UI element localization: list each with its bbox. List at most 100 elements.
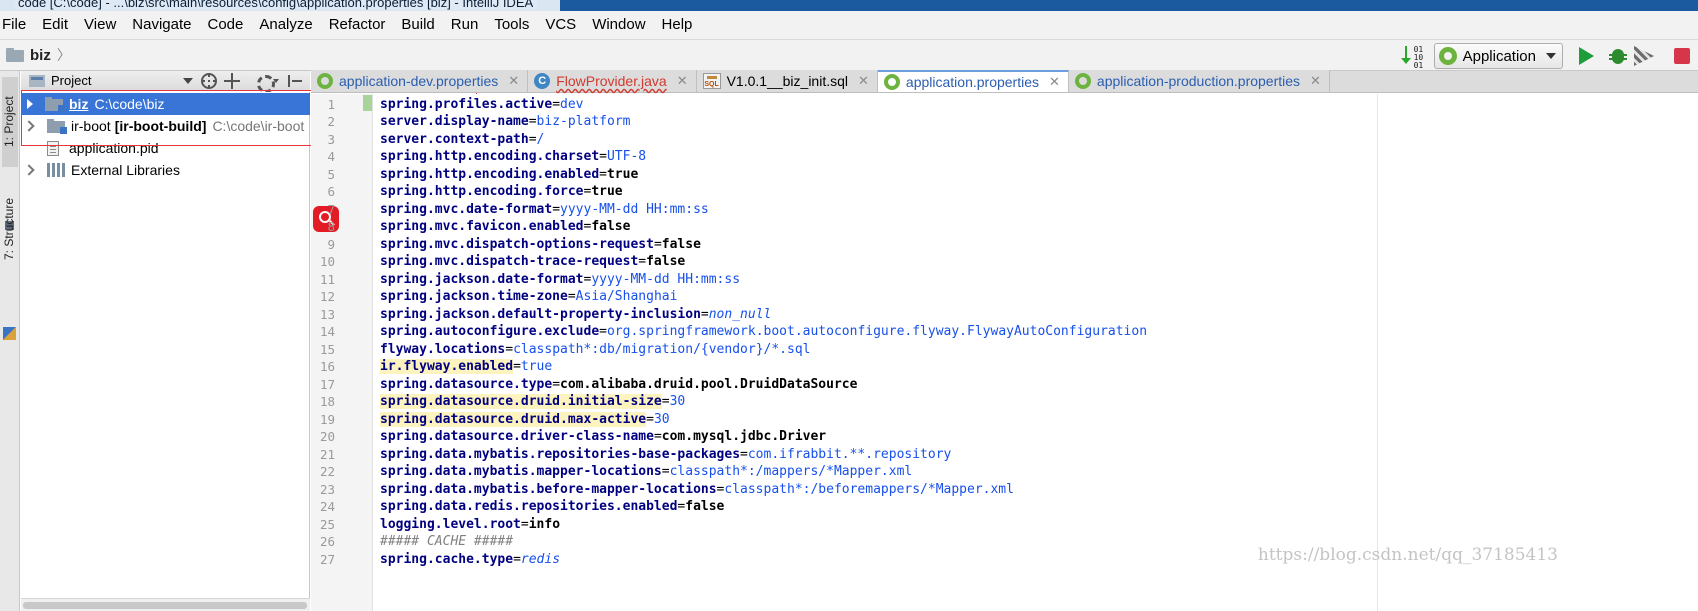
menu-bar: File Edit View Navigate Code Analyze Ref… bbox=[0, 11, 1698, 39]
title-bar: code [C:\code] - ...\biz\src\main\resour… bbox=[0, 0, 1698, 11]
navigation-bar: biz 〉 01 10 01 Application bbox=[0, 39, 1698, 71]
chevron-down-icon bbox=[1546, 53, 1556, 59]
collapse-all-icon[interactable] bbox=[224, 73, 240, 89]
menu-view[interactable]: View bbox=[76, 11, 124, 39]
structure-tool-icon bbox=[3, 327, 16, 340]
spring-properties-icon bbox=[883, 74, 900, 90]
code-line: 15 flyway.locations=classpath*:db/migrati… bbox=[319, 341, 811, 357]
code-line: 1 spring.profiles.active=dev bbox=[327, 96, 584, 112]
run-icon[interactable] bbox=[1579, 47, 1594, 65]
menu-window[interactable]: Window bbox=[584, 11, 653, 39]
run-with-coverage-icon[interactable] bbox=[1634, 46, 1654, 66]
tree-item-path: C:\code\biz bbox=[94, 96, 165, 112]
gear-dropdown-icon[interactable] bbox=[273, 79, 279, 83]
menu-refactor[interactable]: Refactor bbox=[321, 11, 394, 39]
code-line: 14 spring.autoconfigure.exclude=org.sprin… bbox=[319, 324, 1148, 339]
build-sort-icon[interactable]: 01 10 01 bbox=[1400, 44, 1428, 70]
menu-vcs[interactable]: VCS bbox=[537, 11, 584, 39]
project-view-selector[interactable]: Project bbox=[51, 73, 91, 88]
code-line: 23 spring.data.mybatis.before-mapper-loca… bbox=[319, 481, 1014, 497]
expand-arrow-icon[interactable] bbox=[27, 99, 33, 109]
window-title: code [C:\code] - ...\biz\src\main\resour… bbox=[14, 0, 538, 10]
left-tool-strip: 1: Project 7: Structure bbox=[0, 71, 20, 611]
module-folder-icon bbox=[6, 48, 24, 62]
tree-item-application-pid[interactable]: application.pid bbox=[21, 137, 310, 159]
code-line: 8 spring.mvc.favicon.enabled=false bbox=[327, 219, 631, 234]
code-line: 13 spring.jackson.default-property-inclus… bbox=[319, 306, 772, 322]
code-line: 12 spring.jackson.time-zone=Asia/Shanghai bbox=[319, 289, 678, 304]
text-file-icon bbox=[47, 140, 59, 156]
code-line: 7 spring.mvc.date-format=yyyy-MM-dd HH:mm… bbox=[327, 201, 709, 217]
gear-icon[interactable] bbox=[255, 73, 275, 93]
tree-item-path: C:\code\ir-boot bbox=[212, 118, 305, 134]
tree-item-biz[interactable]: biz C:\code\biz bbox=[21, 93, 310, 115]
code-line: 22 spring.data.mybatis.mapper-locations=c… bbox=[319, 464, 913, 479]
chevron-right-icon[interactable] bbox=[23, 120, 35, 132]
menu-code[interactable]: Code bbox=[199, 11, 251, 39]
close-icon[interactable]: ✕ bbox=[1310, 73, 1321, 89]
chevron-right-icon: 〉 bbox=[56, 47, 71, 63]
close-icon[interactable]: ✕ bbox=[677, 73, 688, 89]
tab-application-production-properties[interactable]: application-production.properties ✕ bbox=[1068, 70, 1330, 92]
debug-icon[interactable] bbox=[1608, 46, 1628, 66]
tree-item-label: application.pid bbox=[69, 140, 159, 156]
watermark: https://blog.csdn.net/qq_37185413 bbox=[1257, 545, 1558, 565]
run-configuration-select[interactable]: Application bbox=[1433, 43, 1563, 69]
code-line: 24 spring.data.redis.repositories.enabled… bbox=[319, 499, 725, 514]
menu-navigate[interactable]: Navigate bbox=[124, 11, 199, 39]
tab-application-properties[interactable]: application.properties ✕ bbox=[877, 70, 1069, 92]
code-line: 2 server.display-name=biz-platform bbox=[327, 114, 631, 129]
menu-tools[interactable]: Tools bbox=[486, 11, 537, 39]
tree-item-ir-boot[interactable]: ir-boot [ir-boot-build] C:\code\ir-boot bbox=[21, 115, 310, 137]
tab-flowprovider-java[interactable]: C FlowProvider.java ✕ bbox=[528, 70, 697, 92]
menu-edit[interactable]: Edit bbox=[34, 11, 76, 39]
module-folder-icon bbox=[45, 97, 65, 112]
tool-tab-structure[interactable]: 7: Structure bbox=[2, 183, 18, 275]
code-line: 9 spring.mvc.dispatch-options-request=fal… bbox=[327, 236, 701, 252]
project-horizontal-scrollbar[interactable] bbox=[21, 598, 310, 611]
breadcrumb[interactable]: biz 〉 bbox=[6, 45, 71, 65]
code-line: 4 spring.http.encoding.charset=UTF-8 bbox=[327, 149, 647, 164]
menu-run[interactable]: Run bbox=[443, 11, 487, 39]
code-line: 10 spring.mvc.dispatch-trace-request=fals… bbox=[319, 254, 686, 269]
code-line: 3 server.context-path=/ bbox=[327, 131, 545, 147]
tab-application-dev-properties[interactable]: application-dev.properties ✕ bbox=[311, 70, 529, 92]
menu-help[interactable]: Help bbox=[654, 11, 701, 39]
module-folder-icon bbox=[47, 119, 67, 134]
close-icon[interactable]: ✕ bbox=[508, 73, 519, 89]
stop-icon[interactable] bbox=[1674, 48, 1690, 64]
code-line: 16 ir.flyway.enabled=true bbox=[319, 359, 553, 374]
tool-tab-project[interactable]: 1: Project bbox=[2, 77, 18, 167]
scroll-from-source-icon[interactable] bbox=[201, 73, 217, 89]
tree-item-module: [ir-boot-build] bbox=[114, 118, 207, 134]
menu-build[interactable]: Build bbox=[393, 11, 442, 39]
code-line: 5 spring.http.encoding.enabled=true bbox=[327, 166, 639, 182]
code-line: 17 spring.datasource.type=com.alibaba.dru… bbox=[319, 376, 858, 392]
chevron-down-icon[interactable] bbox=[183, 78, 193, 84]
run-configuration-label: Application bbox=[1462, 47, 1536, 65]
spring-properties-icon bbox=[1074, 73, 1091, 89]
breadcrumb-biz[interactable]: biz bbox=[30, 47, 51, 64]
close-icon[interactable]: ✕ bbox=[1049, 74, 1060, 90]
tab-v1-0-1-biz-init-sql[interactable]: SQL V1.0.1__biz_init.sql ✕ bbox=[696, 70, 878, 92]
code-line: 25 logging.level.root=info bbox=[319, 516, 561, 532]
libraries-icon bbox=[47, 163, 65, 177]
code-line: 18 spring.datasource.druid.initial-size=3… bbox=[319, 394, 686, 409]
tree-item-label: ir-boot bbox=[71, 118, 111, 134]
project-panel-header: Project bbox=[21, 71, 310, 93]
editor-tab-bar: application-dev.properties ✕ C FlowProvi… bbox=[311, 70, 1698, 93]
code-line: 11 spring.jackson.date-format=yyyy-MM-dd … bbox=[319, 271, 741, 287]
code-line: 20 spring.datasource.driver-class-name=co… bbox=[319, 429, 827, 444]
sql-file-icon: SQL bbox=[702, 73, 721, 89]
code-line: 6 spring.http.encoding.force=true bbox=[327, 184, 623, 199]
chevron-right-icon[interactable] bbox=[23, 164, 35, 176]
spring-boot-icon bbox=[1438, 47, 1457, 65]
tree-item-external-libraries[interactable]: External Libraries bbox=[21, 159, 310, 181]
code-editor[interactable]: 1 spring.profiles.active=dev 2 server.disp… bbox=[311, 94, 1698, 611]
project-icon bbox=[29, 74, 45, 87]
menu-file[interactable]: File bbox=[0, 11, 34, 39]
menu-analyze[interactable]: Analyze bbox=[251, 11, 320, 39]
project-tree: biz C:\code\biz ir-boot [ir-boot-build] … bbox=[21, 92, 310, 611]
close-icon[interactable]: ✕ bbox=[858, 73, 869, 89]
hide-panel-icon[interactable] bbox=[287, 73, 303, 89]
